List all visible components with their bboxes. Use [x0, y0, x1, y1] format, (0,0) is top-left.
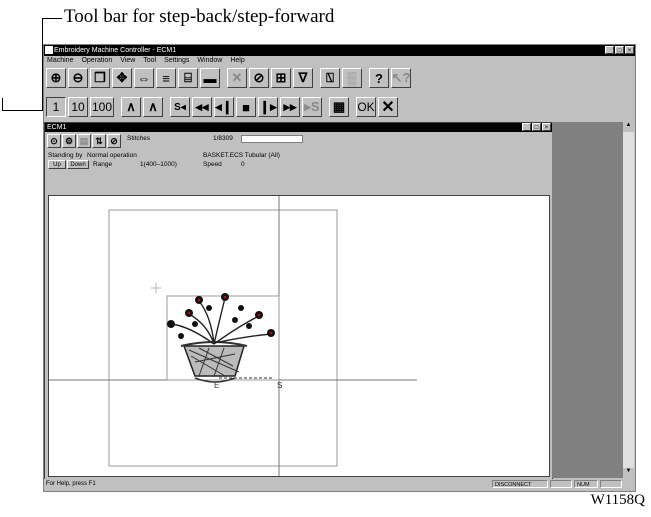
step-1-button[interactable]: 1	[46, 97, 66, 117]
menu-help[interactable]: Help	[230, 56, 244, 66]
scroll-down-icon[interactable]: ▼	[623, 468, 634, 478]
start-back-icon[interactable]: S◂	[170, 97, 190, 117]
step-toolbar: 1 10 100 ∧ ∧ S◂ ◂◂ ◂❙ ■ ❙▸ ▸▸ ▸S ▦ OK ✕	[46, 97, 398, 117]
file-name: BASKET.ECS Tubular (All)	[203, 152, 280, 159]
design-canvas[interactable]: E S	[48, 195, 550, 477]
zoom-out-icon[interactable]: ⊖	[68, 68, 88, 88]
menu-view[interactable]: View	[120, 56, 135, 66]
needle-icon[interactable]: ∇	[293, 68, 313, 88]
child-close-button[interactable]: ×	[542, 123, 551, 131]
status-bar: For Help, press F1 DISCONNECT NUM	[44, 479, 635, 490]
menu-settings[interactable]: Settings	[164, 56, 189, 66]
range-label: Range	[93, 161, 113, 168]
design-svg	[49, 196, 417, 476]
callout-line-v2	[2, 98, 3, 111]
to-start-icon[interactable]: ▸S	[302, 97, 322, 117]
app-titlebar: Embroidery Machine Controller - ECM1 _ □…	[44, 45, 635, 56]
view-icon[interactable]: ⊙	[47, 134, 61, 148]
display-icon[interactable]: ▬	[200, 68, 220, 88]
status-help: For Help, press F1	[46, 481, 96, 487]
menu-tool[interactable]: Tool	[143, 56, 156, 66]
status-connection: DISCONNECT	[492, 480, 548, 488]
fit-icon[interactable]: ✥	[112, 68, 132, 88]
speed-value: 0	[241, 161, 245, 168]
info-panel: ⊙ ⚙ ▤ ⇅ ⊘ Stitches 1/8309 Standing by No…	[45, 132, 552, 194]
machine-icon[interactable]: ⚙	[62, 134, 76, 148]
callout-text: Tool bar for step-back/step-forward	[64, 6, 335, 27]
marker-e: E	[214, 381, 220, 390]
maximize-button[interactable]: □	[615, 46, 624, 54]
status-empty-1	[550, 480, 572, 488]
child-titlebar: ECM1 _ □ ×	[45, 123, 552, 132]
app-title: Embroidery Machine Controller - ECM1	[54, 47, 177, 54]
figure-code: W1158Q	[590, 492, 645, 508]
frame-icon[interactable]: ⍂	[320, 68, 340, 88]
child-title: ECM1	[47, 124, 67, 131]
speed-label: Speed	[203, 161, 222, 168]
close-x-icon[interactable]: ✕	[378, 97, 398, 117]
app-window: Embroidery Machine Controller - ECM1 _ □…	[43, 44, 636, 492]
callout-line-h2	[2, 110, 44, 111]
step-back-icon[interactable]: ◂❙	[214, 97, 234, 117]
stop-square-icon[interactable]: ■	[236, 97, 256, 117]
child-window: ECM1 _ □ × ⊙ ⚙ ▤ ⇅ ⊘ Stitches 1/8309 Sta…	[44, 122, 553, 480]
grid-icon[interactable]: ⊞	[271, 68, 291, 88]
help-icon[interactable]: ?	[369, 68, 389, 88]
main-toolbar: ⊕ ⊖ ❒ ✥ ⇔ ≡ ⌸ ▬ ✕ ⊘ ⊞ ∇ ⍂ ▒? ↖?	[46, 68, 411, 88]
menu-operation[interactable]: Operation	[81, 56, 112, 66]
callout-line-h	[42, 18, 62, 19]
prohibit-icon[interactable]: ⊘	[107, 134, 121, 148]
stop-icon[interactable]: ⊘	[249, 68, 269, 88]
cancel-icon[interactable]: ✕	[227, 68, 247, 88]
menu-window[interactable]: Window	[197, 56, 222, 66]
step-100-button[interactable]: 100	[90, 97, 114, 117]
minimize-button[interactable]: _	[605, 46, 614, 54]
copy-icon[interactable]: ▤	[77, 134, 91, 148]
fast-back-icon[interactable]: ◂◂	[192, 97, 212, 117]
grid-select-icon[interactable]: ▦	[329, 97, 349, 117]
stitches-label: Stitches	[127, 135, 151, 142]
context-help-icon[interactable]: ↖?	[391, 68, 411, 88]
zoom-in-icon[interactable]: ⊕	[46, 68, 66, 88]
step-10-button[interactable]: 10	[68, 97, 88, 117]
mode-text: Normal operation	[87, 152, 137, 159]
lines-icon[interactable]: ≡	[156, 68, 176, 88]
vertical-scrollbar[interactable]: ▲ ▼	[622, 122, 634, 478]
spool-icon[interactable]: ⌸	[178, 68, 198, 88]
status-num: NUM	[574, 480, 598, 488]
move-icon[interactable]: ⇔	[134, 68, 154, 88]
jump-forward-icon[interactable]: ∧	[143, 97, 163, 117]
zoom-area-icon[interactable]: ❒	[90, 68, 110, 88]
step-forward-icon[interactable]: ❙▸	[258, 97, 278, 117]
crosshair	[151, 283, 161, 293]
down-button[interactable]: Down	[67, 160, 89, 169]
colorbar-icon[interactable]: ▒	[342, 68, 362, 88]
right-panel	[552, 122, 622, 478]
close-button[interactable]: ×	[625, 46, 634, 54]
menubar: Machine Operation View Tool Settings Window He…	[44, 56, 638, 66]
scroll-up-icon[interactable]: ▲	[623, 122, 634, 132]
jump-back-icon[interactable]: ∧	[121, 97, 141, 117]
progress-bar	[241, 135, 303, 143]
up-button[interactable]: Up	[48, 160, 66, 169]
status-empty-2	[600, 480, 622, 488]
app-icon	[45, 46, 53, 54]
fast-forward-icon[interactable]: ▸▸	[280, 97, 300, 117]
child-maximize-button[interactable]: □	[532, 123, 541, 131]
flower-basket-design	[167, 293, 275, 383]
child-minimize-button[interactable]: _	[522, 123, 531, 131]
stitches-value: 1/8309	[213, 135, 233, 142]
ok-button[interactable]: OK	[356, 97, 376, 117]
marker-s: S	[277, 381, 283, 390]
range-value: 1(400–1000)	[140, 161, 177, 168]
status-text: Standing by	[48, 152, 83, 159]
menu-machine[interactable]: Machine	[47, 56, 73, 66]
updown-icon[interactable]: ⇅	[92, 134, 106, 148]
